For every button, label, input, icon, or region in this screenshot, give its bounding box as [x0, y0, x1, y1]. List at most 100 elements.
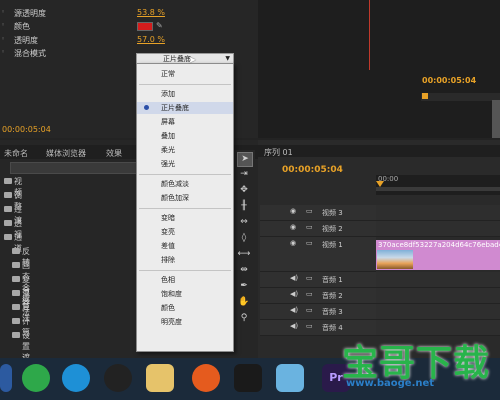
watermark-url: www.baoge.net — [346, 378, 435, 389]
speaker-icon[interactable]: ◀) — [290, 322, 298, 330]
film-icon[interactable]: ▭ — [306, 223, 313, 231]
param-label: 颜色 — [14, 22, 30, 31]
track-lane[interactable] — [376, 288, 500, 304]
menu-item-overlay[interactable]: 叠加 — [137, 130, 233, 142]
menu-separator — [139, 270, 231, 271]
folder-icon — [4, 178, 12, 184]
selection-tool-icon[interactable]: ➤ — [237, 152, 253, 167]
tab-media-browser[interactable]: 媒体浏览器 — [46, 148, 86, 159]
file-explorer-icon[interactable] — [146, 364, 174, 392]
film-icon[interactable]: ▭ — [306, 207, 313, 215]
monitor-scrollbar[interactable] — [492, 100, 500, 138]
track-select-tool-icon[interactable]: ⇥ — [237, 168, 251, 181]
track-header[interactable]: ◀) ▭ 音频 1 — [260, 272, 376, 288]
menu-item-color-dodge[interactable]: 颜色减淡 — [137, 178, 233, 190]
track-header[interactable]: ◉ ▭ 视频 2 — [260, 221, 376, 237]
opacity-source-row: ◦ 源透明度 53.8 % — [0, 7, 258, 19]
speaker-icon[interactable]: ◀) — [290, 290, 298, 298]
color-swatch[interactable] — [137, 22, 153, 31]
menu-item-soft-light[interactable]: 柔光 — [137, 144, 233, 156]
menu-item-color-burn[interactable]: 颜色加深 — [137, 192, 233, 204]
slide-tool-icon[interactable]: ⇹ — [237, 264, 251, 277]
razor-tool-icon[interactable]: ◊ — [237, 232, 251, 245]
film-icon[interactable]: ▭ — [306, 239, 313, 247]
slip-tool-icon[interactable]: ⟷ — [237, 248, 251, 261]
eye-icon[interactable]: ◉ — [290, 207, 296, 215]
blend-mode-menu: 正常 添加 正片叠底 屏幕 叠加 柔光 强光 颜色减淡 颜色加深 变暗 变亮 差… — [136, 63, 234, 352]
menu-item-lighten[interactable]: 变亮 — [137, 226, 233, 238]
video-editor-icon[interactable] — [234, 364, 262, 392]
track-lane[interactable] — [376, 272, 500, 288]
track-header[interactable]: ◉ ▭ 视频 3 — [260, 205, 376, 221]
qq-penguin-icon[interactable] — [104, 364, 132, 392]
effect-icon — [12, 262, 20, 268]
effect-icon — [12, 248, 20, 254]
monitor-scrubber[interactable] — [421, 93, 500, 101]
rolling-edit-tool-icon[interactable]: ╫ — [237, 200, 251, 213]
film-icon[interactable]: ▭ — [306, 306, 313, 314]
firefox-icon[interactable] — [192, 364, 220, 392]
track-header[interactable]: ◀) ▭ 音频 2 — [260, 288, 376, 304]
start-button-icon[interactable] — [0, 364, 12, 392]
rate-stretch-tool-icon[interactable]: ⇔ — [237, 216, 251, 229]
effect-icon — [12, 290, 20, 296]
eyedropper-icon[interactable]: ✎ — [156, 21, 163, 30]
menu-item-multiply[interactable]: 正片叠底 — [137, 102, 233, 114]
source-opacity-value[interactable]: 53.8 % — [137, 8, 165, 17]
monitor-timecode[interactable]: 00:00:05:04 — [422, 76, 476, 85]
tab-effects[interactable]: 效果 — [106, 148, 122, 159]
notes-icon[interactable] — [276, 364, 304, 392]
menu-item-hue[interactable]: 色相 — [137, 274, 233, 286]
film-icon[interactable]: ▭ — [306, 274, 313, 282]
pen-tool-icon[interactable]: ✒ — [237, 280, 251, 293]
menu-item-darken[interactable]: 变暗 — [137, 212, 233, 224]
effect-icon — [12, 276, 20, 282]
tab-project[interactable]: 未命名 — [4, 148, 28, 159]
media-player-icon[interactable] — [62, 364, 90, 392]
opacity-value[interactable]: 57.0 % — [137, 35, 165, 44]
timeline-tabbar: 序列 01 — [258, 145, 500, 157]
color-row: ◦ 颜色 ✎ — [0, 20, 258, 32]
track-lane[interactable] — [376, 205, 500, 221]
zoom-tool-icon[interactable]: ⚲ — [237, 312, 251, 325]
twirl-icon[interactable]: ◦ — [1, 8, 5, 16]
360-browser-icon[interactable] — [22, 364, 50, 392]
track-header[interactable]: ◉ ▭ 视频 1 — [260, 237, 376, 272]
track-header[interactable]: ◀) ▭ 音频 3 — [260, 304, 376, 320]
playhead-icon[interactable] — [376, 181, 384, 187]
playhead-line — [369, 0, 370, 70]
menu-item-screen[interactable]: 屏幕 — [137, 116, 233, 128]
film-icon[interactable]: ▭ — [306, 290, 313, 298]
work-area-bar[interactable] — [376, 187, 500, 191]
effect-icon — [12, 332, 20, 338]
opacity-row: ◦ 透明度 57.0 % — [0, 34, 258, 46]
menu-item-hard-light[interactable]: 强光 — [137, 158, 233, 170]
effect-icon — [12, 304, 20, 310]
eye-icon[interactable]: ◉ — [290, 239, 296, 247]
ripple-edit-tool-icon[interactable]: ✥ — [237, 184, 251, 197]
track-lane[interactable] — [376, 304, 500, 320]
eye-icon[interactable]: ◉ — [290, 223, 296, 231]
tab-sequence[interactable]: 序列 01 — [264, 147, 293, 158]
menu-item-normal[interactable]: 正常 — [137, 68, 233, 80]
playhead-marker[interactable] — [422, 93, 428, 99]
menu-item-luminosity[interactable]: 明亮度 — [137, 316, 233, 328]
folder-icon — [4, 192, 12, 198]
speaker-icon[interactable]: ◀) — [290, 274, 298, 282]
track-lane[interactable] — [376, 221, 500, 237]
menu-item-exclusion[interactable]: 排除 — [137, 254, 233, 266]
menu-item-saturation[interactable]: 饱和度 — [137, 288, 233, 300]
twirl-icon[interactable]: ◦ — [1, 35, 5, 43]
tools-panel: ➤ ⇥ ✥ ╫ ⇔ ◊ ⟷ ⇹ ✒ ✋ ⚲ — [233, 150, 255, 350]
film-icon[interactable]: ▭ — [306, 322, 313, 330]
speaker-icon[interactable]: ◀) — [290, 306, 298, 314]
timeline-ruler[interactable]: 00:00 — [376, 175, 500, 195]
menu-separator — [139, 174, 231, 175]
menu-item-add[interactable]: 添加 — [137, 88, 233, 100]
menu-item-color[interactable]: 颜色 — [137, 302, 233, 314]
hand-tool-icon[interactable]: ✋ — [237, 296, 251, 309]
timeline-timecode[interactable]: 00:00:05:04 — [282, 165, 343, 175]
menu-item-difference[interactable]: 差值 — [137, 240, 233, 252]
twirl-icon[interactable]: ◦ — [1, 21, 5, 29]
twirl-icon[interactable]: ◦ — [1, 48, 5, 56]
